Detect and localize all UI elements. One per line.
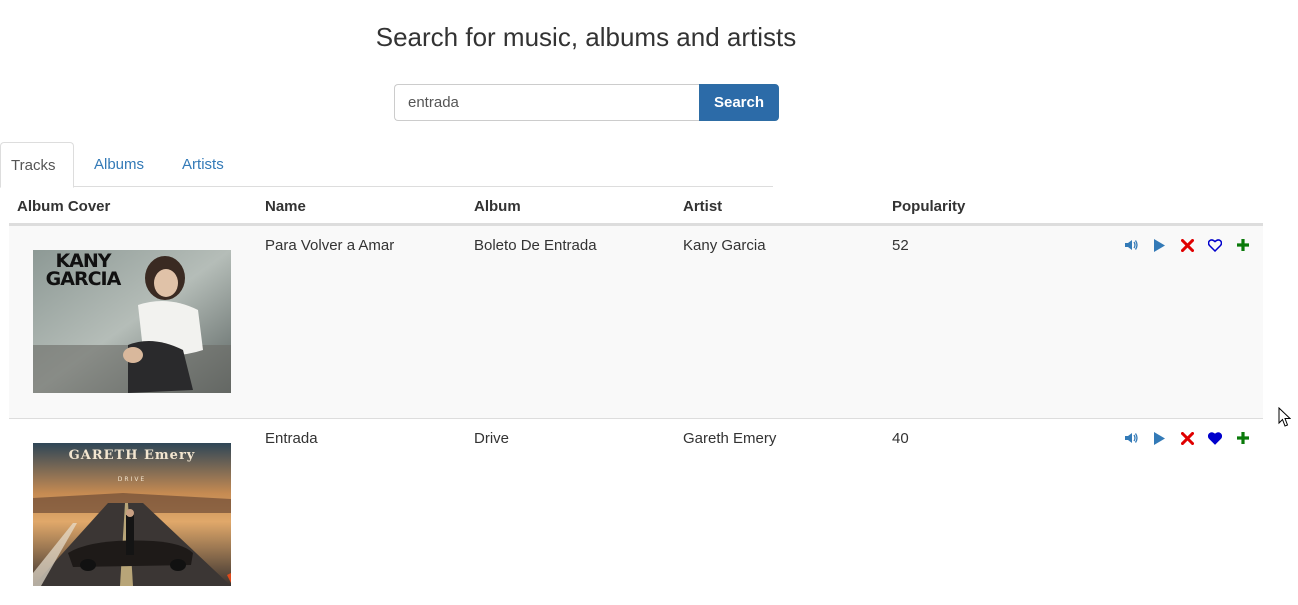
track-artist: Gareth Emery [683, 430, 777, 447]
play-icon[interactable] [1151, 430, 1167, 446]
tracks-table: Album Cover Name Album Artist Popularity [9, 188, 1263, 605]
table-header: Album Cover Name Album Artist Popularity [9, 188, 1263, 225]
page-title: Search for music, albums and artists [375, 22, 797, 52]
row-actions [1123, 237, 1251, 253]
album-cover-logo: KANY GARCIA [45, 250, 122, 290]
table-row: KANY GARCIA Para Volver a Amar Boleto De… [9, 225, 1263, 418]
track-album: Boleto De Entrada [474, 237, 597, 254]
album-cover-image: KANY GARCIA [33, 250, 231, 393]
track-name: Para Volver a Amar [265, 237, 395, 254]
search-group: Search [394, 84, 779, 121]
remove-icon[interactable] [1179, 430, 1195, 446]
tab-tracks[interactable]: Tracks [0, 142, 74, 188]
tabs-nav: Tracks Albums Artists [0, 142, 773, 188]
header-album: Album [474, 198, 521, 215]
album-cover-art [33, 443, 231, 586]
heart-icon[interactable] [1207, 237, 1223, 253]
track-popularity: 40 [892, 430, 909, 447]
album-cover-logo: GARETH Emery [68, 448, 196, 463]
album-cover-image: GARETH Emery DRIVE [33, 443, 231, 586]
table-row: GARETH Emery DRIVE Entrada Drive Gareth … [9, 418, 1263, 605]
play-icon[interactable] [1151, 237, 1167, 253]
search-button[interactable]: Search [699, 84, 779, 121]
search-input[interactable] [394, 84, 699, 121]
heart-filled-icon[interactable] [1207, 430, 1223, 446]
track-album: Drive [474, 430, 510, 447]
header-name: Name [265, 198, 306, 215]
header-album-cover: Album Cover [17, 198, 111, 215]
volume-icon[interactable] [1123, 237, 1139, 253]
add-icon[interactable] [1235, 237, 1251, 253]
album-cover-subtitle: DRIVE [117, 476, 147, 483]
track-popularity: 52 [892, 237, 909, 254]
track-name: Entrada [265, 430, 318, 447]
header-popularity: Popularity [892, 198, 966, 215]
remove-icon[interactable] [1179, 237, 1195, 253]
mouse-pointer-icon [1278, 406, 1292, 430]
tab-artists[interactable]: Artists [163, 142, 243, 187]
header-artist: Artist [683, 198, 723, 215]
row-actions [1123, 430, 1251, 446]
track-artist: Kany Garcia [683, 237, 766, 254]
volume-icon[interactable] [1123, 430, 1139, 446]
add-icon[interactable] [1235, 430, 1251, 446]
tab-albums[interactable]: Albums [74, 142, 163, 187]
